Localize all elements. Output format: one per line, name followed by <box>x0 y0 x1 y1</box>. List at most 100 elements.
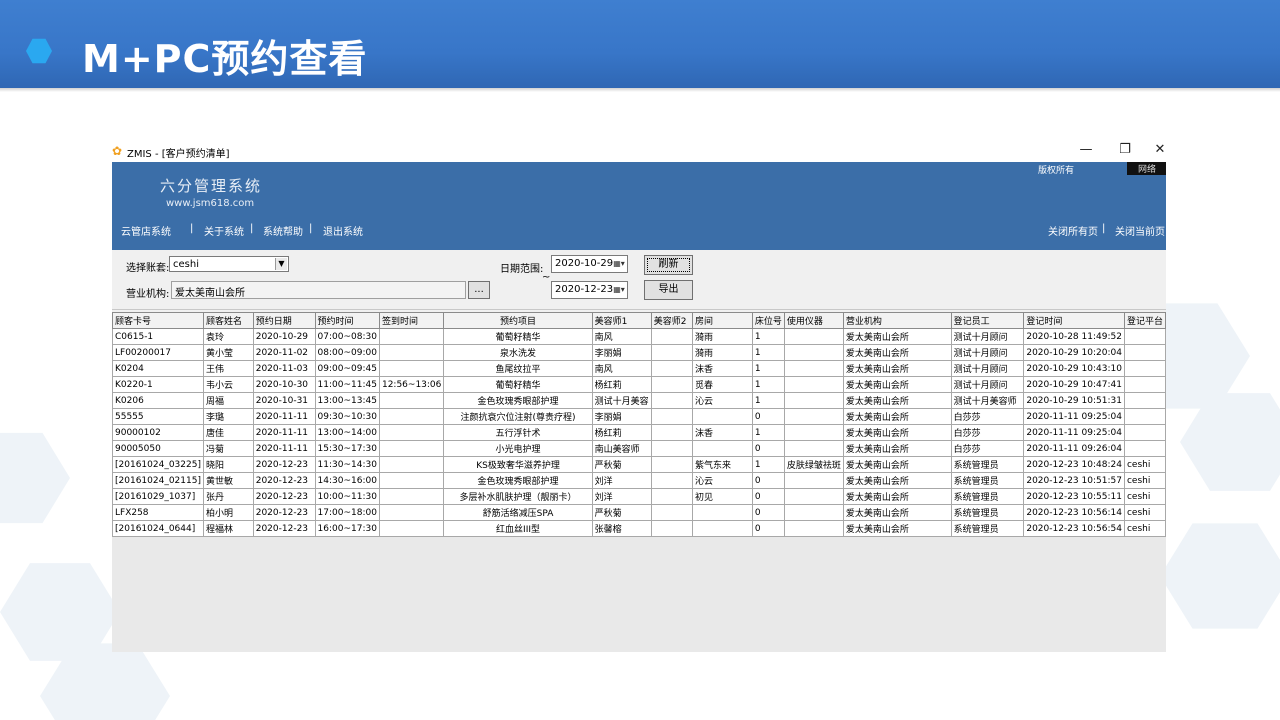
close-button[interactable]: ✕ <box>1148 142 1166 157</box>
org-field[interactable]: 爱太美南山会所 <box>171 281 466 299</box>
column-header-device[interactable]: 使用仪器 <box>783 312 844 329</box>
calendar-dropdown-icon[interactable]: ▦▾ <box>612 283 626 297</box>
cell-register-platform <box>1123 344 1166 361</box>
date-to-input[interactable]: 2020-12-23 ▦▾ <box>551 281 628 299</box>
cell-appt-item: 葡萄籽精华 <box>443 376 593 393</box>
cell-device <box>783 520 844 537</box>
cell-customer-name: 黄世敏 <box>202 472 254 489</box>
cell-business-org: 爱太美南山会所 <box>842 520 952 537</box>
column-header-register-time[interactable]: 登记时间 <box>1023 312 1125 329</box>
menu-item-close-all[interactable]: 关闭所有页 <box>1048 223 1098 238</box>
column-header-beautician-2[interactable]: 美容师2 <box>650 312 693 329</box>
table-row[interactable]: 90000102 唐佳 2020-11-11 13:00~14:00 五行浮针术 杨红莉 沫… <box>112 424 1166 441</box>
column-header-registrar[interactable]: 登记员工 <box>950 312 1025 329</box>
menu-separator: | <box>190 223 194 234</box>
cell-bed-no: 1 <box>751 392 785 409</box>
cell-appt-date: 2020-12-23 <box>252 472 316 489</box>
table-row[interactable]: K0220-1 韦小云 2020-10-30 11:00~11:45 12:56~13:… <box>112 376 1166 393</box>
cell-appt-date: 2020-12-23 <box>252 520 316 537</box>
restore-button[interactable]: ❐ <box>1113 142 1137 157</box>
menu-item-about[interactable]: 关于系统 <box>204 223 244 238</box>
cell-checkin-time: 12:56~13:06 <box>378 376 445 393</box>
table-row[interactable]: [20161029_1037] 张丹 2020-12-23 10:00~11:30 多层… <box>112 488 1166 505</box>
table-row[interactable]: K0206 周福 2020-10-31 13:00~13:45 金色玫瑰秀眼部护理 测试十… <box>112 392 1166 409</box>
table-row[interactable]: 55555 李璐 2020-11-11 09:30~10:30 注颜抗衰穴位注射(尊贵疗… <box>112 408 1166 425</box>
cell-appt-time: 11:30~14:30 <box>314 456 380 473</box>
account-select[interactable]: ceshi ▼ <box>169 256 289 272</box>
cell-register-platform: ceshi <box>1123 520 1166 537</box>
slide-title: M+PC预约查看 <box>82 37 368 81</box>
column-header-room[interactable]: 房间 <box>691 312 753 329</box>
menu-item-exit[interactable]: 退出系统 <box>323 223 363 238</box>
cell-beautician-1: 严秋菊 <box>591 504 652 521</box>
menu-item-close-current[interactable]: 关闭当前页 <box>1115 223 1165 238</box>
cell-beautician-2 <box>650 376 693 393</box>
cell-beautician-1: 南风 <box>591 360 652 377</box>
calendar-dropdown-icon[interactable]: ▦▾ <box>612 257 626 271</box>
cell-appt-item: 多层补水肌肤护理（靓丽卡） <box>443 488 593 505</box>
cell-beautician-2 <box>650 344 693 361</box>
cell-customer-name: 李璐 <box>202 408 254 425</box>
export-button[interactable]: 导出 <box>644 280 693 300</box>
cell-card-no: LF00200017 <box>112 344 204 361</box>
table-row[interactable]: K0204 王伟 2020-11-03 09:00~09:45 鱼尾纹拉平 南风 沫香 1 爱太… <box>112 360 1166 377</box>
refresh-button[interactable]: 刷新 <box>644 255 693 275</box>
menu-item-help[interactable]: 系统帮助 <box>263 223 303 238</box>
cell-register-time: 2020-12-23 10:55:11 <box>1023 488 1125 505</box>
cell-register-platform: ceshi <box>1123 504 1166 521</box>
cell-bed-no: 1 <box>751 424 785 441</box>
table-row[interactable]: LF00200017 黄小莹 2020-11-02 08:00~09:00 泉水洗发 李丽… <box>112 344 1166 361</box>
column-header-checkin-time[interactable]: 签到时间 <box>378 312 445 329</box>
appointment-table: 顾客卡号 顾客姓名 预约日期 预约时间 签到时间 预约项目 美容师1 美容师2 房间 床位号 使用仪… <box>112 312 1166 537</box>
cell-beautician-1: 南风 <box>591 328 652 345</box>
cell-register-platform <box>1123 408 1166 425</box>
cell-bed-no: 0 <box>751 488 785 505</box>
appointment-grid[interactable]: 顾客卡号 顾客姓名 预约日期 预约时间 签到时间 预约项目 美容师1 美容师2 房间 床位号 使用仪… <box>112 312 1166 652</box>
cell-bed-no: 0 <box>751 408 785 425</box>
table-row[interactable]: C0615-1 袁玲 2020-10-29 07:00~08:30 葡萄籽精华 南风 漪雨 1… <box>112 328 1166 345</box>
cell-bed-no: 1 <box>751 360 785 377</box>
cell-beautician-2 <box>650 392 693 409</box>
org-browse-button[interactable]: ... <box>468 281 490 299</box>
table-row[interactable]: [20161024_0644] 程福林 2020-12-23 16:00~17:30 红… <box>112 520 1166 537</box>
table-row[interactable]: [20161024_02115] 黄世敏 2020-12-23 14:30~16:00… <box>112 472 1166 489</box>
column-header-business-org[interactable]: 营业机构 <box>842 312 952 329</box>
cell-register-time: 2020-10-29 10:47:41 <box>1023 376 1125 393</box>
org-value: 爱太美南山会所 <box>175 288 245 299</box>
column-header-appt-time[interactable]: 预约时间 <box>314 312 380 329</box>
cell-bed-no: 1 <box>751 328 785 345</box>
cell-appt-date: 2020-12-23 <box>252 504 316 521</box>
date-to-value: 2020-12-23 <box>555 284 614 295</box>
cell-customer-name: 唐佳 <box>202 424 254 441</box>
menu-item-cloud-store[interactable]: 云管店系统 <box>121 223 171 238</box>
cell-appt-item: 红血丝III型 <box>443 520 593 537</box>
minimize-button[interactable]: — <box>1074 142 1098 157</box>
column-header-beautician-1[interactable]: 美容师1 <box>591 312 652 329</box>
column-header-register-platform[interactable]: 登记平台 <box>1123 312 1166 329</box>
cell-business-org: 爱太美南山会所 <box>842 360 952 377</box>
cell-customer-name: 冯菊 <box>202 440 254 457</box>
column-header-bed-no[interactable]: 床位号 <box>751 312 785 329</box>
background-hexagon <box>0 432 70 524</box>
column-header-customer-name[interactable]: 顾客姓名 <box>202 312 254 329</box>
column-header-appt-item[interactable]: 预约项目 <box>443 312 593 329</box>
date-from-input[interactable]: 2020-10-29 ▦▾ <box>551 255 628 273</box>
cell-registrar: 系统管理员 <box>950 472 1025 489</box>
cell-register-platform <box>1123 392 1166 409</box>
menu-separator: | <box>250 223 254 234</box>
chevron-down-icon[interactable]: ▼ <box>275 258 287 270</box>
cell-card-no: C0615-1 <box>112 328 204 345</box>
table-row[interactable]: [20161024_03225] 晓阳 2020-12-23 11:30~14:30 K… <box>112 456 1166 473</box>
column-header-appt-date[interactable]: 预约日期 <box>252 312 316 329</box>
date-range-label: 日期范围: <box>500 264 544 275</box>
main-menu: 云管店系统 | 关于系统 | 系统帮助 | 退出系统 关闭所有页 | 关闭当前页 <box>112 220 1166 240</box>
cell-card-no: K0206 <box>112 392 204 409</box>
cell-customer-name: 程福林 <box>202 520 254 537</box>
cell-card-no: [20161024_03225] <box>112 456 204 473</box>
table-row[interactable]: 90005050 冯菊 2020-11-11 15:30~17:30 小光电护理 南山美容… <box>112 440 1166 457</box>
cell-registrar: 测试十月顾问 <box>950 360 1025 377</box>
table-row[interactable]: LFX258 柏小明 2020-12-23 17:00~18:00 舒筋活络减压SPA 严… <box>112 504 1166 521</box>
date-range-tilde: ~ <box>542 272 551 283</box>
cell-registrar: 白莎莎 <box>950 424 1025 441</box>
column-header-card-no[interactable]: 顾客卡号 <box>112 312 204 329</box>
